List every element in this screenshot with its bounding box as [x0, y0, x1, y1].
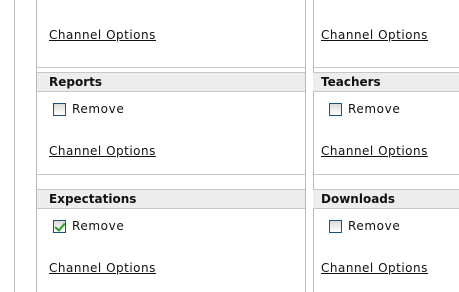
section-title: Expectations	[37, 189, 305, 209]
remove-checkbox[interactable]	[329, 219, 342, 233]
column-divider-left	[305, 0, 306, 292]
channel-options-link[interactable]: Channel Options	[49, 261, 156, 275]
section-title: Reports	[37, 72, 305, 92]
left-rail-line	[14, 0, 15, 292]
channel-options-link[interactable]: Channel Options	[49, 28, 156, 42]
channel-grid: Channel Options Channel Options Reports …	[0, 0, 459, 292]
section-downloads: Downloads Remove Channel Options	[313, 189, 459, 292]
channel-options-link[interactable]: Channel Options	[49, 144, 156, 158]
channel-options-link[interactable]: Channel Options	[321, 144, 428, 158]
remove-checkbox[interactable]	[53, 219, 66, 233]
remove-option[interactable]: Remove	[329, 102, 400, 116]
top-right-cell: Channel Options	[313, 0, 459, 68]
channel-options-link[interactable]: Channel Options	[321, 261, 428, 275]
section-reports: Reports Remove Channel Options	[37, 72, 305, 175]
remove-checkbox[interactable]	[329, 102, 342, 116]
section-title: Downloads	[313, 189, 459, 209]
remove-option[interactable]: Remove	[53, 219, 124, 233]
remove-label: Remove	[72, 219, 125, 233]
section-teachers: Teachers Remove Channel Options	[313, 72, 459, 175]
remove-label: Remove	[348, 219, 401, 233]
remove-label: Remove	[348, 102, 401, 116]
channel-options-link[interactable]: Channel Options	[321, 28, 428, 42]
section-expectations: Expectations Remove Channel Options	[37, 189, 305, 292]
remove-label: Remove	[72, 102, 125, 116]
remove-option[interactable]: Remove	[53, 102, 124, 116]
top-left-cell: Channel Options	[37, 0, 305, 68]
remove-checkbox[interactable]	[53, 102, 66, 116]
remove-option[interactable]: Remove	[329, 219, 400, 233]
section-title: Teachers	[313, 72, 459, 92]
